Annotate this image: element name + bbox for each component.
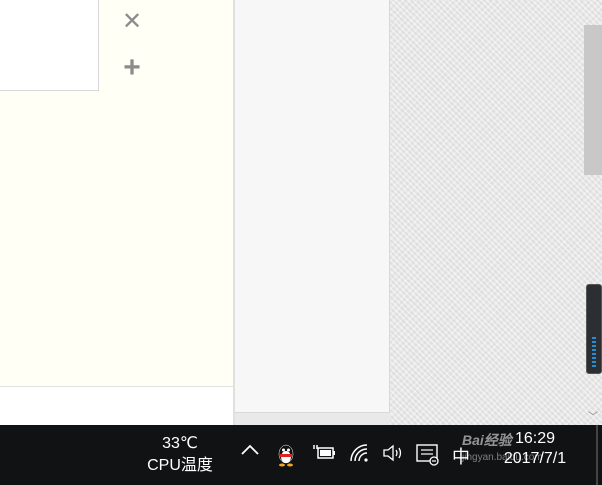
chevron-up-icon[interactable] [240, 443, 260, 457]
system-clock[interactable]: 16:29 2017/7/1 [490, 429, 580, 469]
meter-widget[interactable] [586, 284, 602, 374]
add-icon[interactable]: + [118, 51, 146, 84]
scrollbar-thumb[interactable] [584, 25, 602, 175]
bottom-bar [0, 386, 233, 426]
clock-date: 2017/7/1 [503, 450, 567, 467]
cpu-temperature-widget[interactable]: 33℃ CPU温度 [140, 433, 220, 477]
volume-icon[interactable] [381, 443, 405, 463]
taskbar: 33℃ CPU温度 中 Bai经验 jingyan.baidu.com 16:2… [0, 425, 602, 485]
desktop-background [390, 0, 602, 425]
notes-window: ✕ + [0, 0, 235, 426]
battery-plug-icon[interactable] [312, 443, 336, 463]
show-desktop-button[interactable] [596, 425, 598, 485]
wifi-icon[interactable] [349, 443, 371, 463]
notification-center-icon[interactable] [415, 443, 441, 467]
scroll-down-arrow-icon[interactable]: ﹀ [588, 408, 598, 423]
meter-level-indicator [592, 337, 596, 367]
clock-time: 16:29 [514, 430, 556, 447]
note-edit-area[interactable] [0, 0, 99, 91]
side-panel [235, 0, 390, 413]
qq-penguin-icon[interactable] [276, 443, 296, 467]
close-icon[interactable]: ✕ [118, 7, 146, 35]
cpu-temperature-value: 33℃ [162, 435, 198, 452]
cpu-temperature-label: CPU温度 [147, 457, 213, 474]
